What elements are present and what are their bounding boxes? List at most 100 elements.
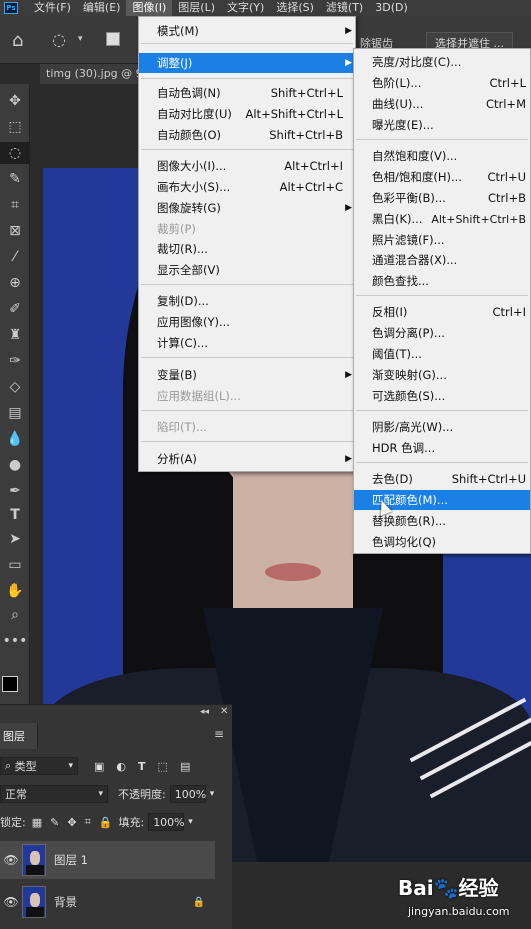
panel-menu-icon[interactable]: ≡: [214, 727, 224, 741]
rectangle-tool-icon[interactable]: ▭: [0, 554, 30, 576]
menu-item-exposure[interactable]: 曝光度(E)...: [354, 115, 530, 135]
menu-item-gradient-map[interactable]: 渐变映射(G)...: [354, 365, 530, 385]
crop-tool-icon[interactable]: ⌗: [0, 194, 30, 216]
frame-tool-icon[interactable]: ⊠: [0, 220, 30, 242]
healing-brush-icon[interactable]: ⊕: [0, 272, 30, 294]
lock-pixels-icon[interactable]: ✎: [50, 816, 59, 829]
menu-item-posterize[interactable]: 色调分离(P)...: [354, 323, 530, 343]
hand-tool-icon[interactable]: ✋: [0, 580, 30, 602]
smart-object-filter-icon[interactable]: ▤: [180, 760, 190, 773]
menu-item-auto-contrast[interactable]: 自动对比度(U) Alt+Shift+Ctrl+L: [139, 104, 355, 124]
menu-item-trap: 陷印(T)...: [157, 420, 207, 434]
new-selection-icon[interactable]: [106, 32, 120, 46]
menu-item-vibrance[interactable]: 自然饱和度(V)...: [354, 146, 530, 166]
menu-item-selective-color[interactable]: 可选颜色(S)...: [354, 386, 530, 406]
blur-tool-icon[interactable]: 💧: [0, 428, 30, 450]
menu-item-image-rotation[interactable]: 图像旋转(G) ▶: [139, 198, 355, 218]
brush-tool-icon[interactable]: ✐: [0, 298, 30, 320]
menu-item-crop: 裁剪(P): [157, 222, 196, 236]
history-brush-icon[interactable]: ✑: [0, 350, 30, 372]
foreground-color-swatch[interactable]: [2, 676, 18, 692]
clone-stamp-icon[interactable]: ♜: [0, 324, 30, 346]
lock-position-icon[interactable]: ✥: [67, 816, 76, 829]
home-icon[interactable]: ⌂: [12, 30, 23, 51]
menu-item-canvas-size[interactable]: 画布大小(S)... Alt+Ctrl+C: [139, 177, 355, 197]
quick-select-icon[interactable]: ✎: [0, 168, 30, 190]
shape-filter-icon[interactable]: ⬚: [158, 760, 168, 773]
layer-row[interactable]: 👁 背景 🔒: [0, 883, 215, 921]
lips: [265, 563, 321, 581]
menu-edit[interactable]: 编辑(E): [77, 0, 127, 16]
menu-item-color-balance[interactable]: 色彩平衡(B)... Ctrl+B: [354, 188, 530, 208]
menu-item-analysis[interactable]: 分析(A) ▶: [139, 449, 355, 469]
menu-item-adjustments[interactable]: 调整(J) ▶: [139, 53, 355, 73]
menu-item-duplicate[interactable]: 复制(D)...: [139, 291, 355, 311]
menu-item-calculations[interactable]: 计算(C)...: [139, 333, 355, 353]
menu-item-auto-tone[interactable]: 自动色调(N) Shift+Ctrl+L: [139, 83, 355, 103]
menu-item-photo-filter[interactable]: 照片滤镜(F)...: [354, 230, 530, 250]
layer-row[interactable]: 👁 图层 1: [0, 841, 215, 879]
menu-3d[interactable]: 3D(D): [369, 0, 414, 16]
type-tool-icon[interactable]: T: [0, 504, 30, 526]
type-filter-icon[interactable]: T: [138, 760, 146, 773]
menu-item-hdr-toning[interactable]: HDR 色调...: [354, 438, 530, 458]
menu-item-apply-image[interactable]: 应用图像(Y)...: [139, 312, 355, 332]
image-filter-icon[interactable]: ▣: [94, 760, 104, 773]
lasso-tool-icon[interactable]: ◌: [0, 142, 30, 164]
lasso-tool-icon[interactable]: ◌: [52, 30, 66, 49]
menu-item-invert[interactable]: 反相(I) Ctrl+I: [354, 302, 530, 322]
dodge-tool-icon[interactable]: ●: [0, 454, 30, 476]
menu-item-image-size[interactable]: 图像大小(I)... Alt+Ctrl+I: [139, 156, 355, 176]
doc-tab[interactable]: timg (30).jpg @ 9: [40, 64, 149, 84]
path-select-icon[interactable]: ➤: [0, 528, 30, 550]
zoom-tool-icon[interactable]: ⌕: [0, 604, 30, 626]
chevron-down-icon[interactable]: ▾: [188, 817, 193, 827]
marquee-tool-icon[interactable]: ⬚: [0, 116, 30, 138]
visibility-eye-icon[interactable]: 👁: [0, 853, 22, 867]
move-tool-icon[interactable]: ✥: [0, 90, 30, 112]
tab-layers[interactable]: 图层: [0, 723, 38, 749]
more-tools-icon[interactable]: •••: [0, 630, 30, 652]
menu-item-shadows-highlights[interactable]: 阴影/高光(W)...: [354, 417, 530, 437]
lock-transparent-icon[interactable]: ▦: [32, 816, 42, 829]
blend-mode-select[interactable]: 正常 ▾: [0, 785, 108, 803]
eyedropper-icon[interactable]: ⁄: [0, 246, 30, 268]
layer-name: 背景: [54, 895, 77, 909]
lock-all-icon[interactable]: 🔒: [99, 816, 113, 829]
menu-item-mode[interactable]: 模式(M) ▶: [139, 21, 355, 41]
menu-item-reveal-all[interactable]: 显示全部(V): [139, 260, 355, 280]
menu-image[interactable]: 图像(I): [126, 0, 173, 16]
menu-item-trim[interactable]: 裁切(R)...: [139, 239, 355, 259]
lock-artboard-icon[interactable]: ⌗: [85, 815, 91, 829]
menu-item-curves[interactable]: 曲线(U)... Ctrl+M: [354, 94, 530, 114]
menu-file[interactable]: 文件(F): [28, 0, 77, 16]
fill-input[interactable]: 100%: [148, 813, 185, 831]
menu-item-equalize[interactable]: 色调均化(Q): [354, 532, 530, 552]
menu-filter[interactable]: 滤镜(T): [320, 0, 369, 16]
chevron-down-icon[interactable]: ▾: [78, 34, 83, 44]
menu-item-color-lookup[interactable]: 颜色查找...: [354, 271, 530, 291]
opacity-input[interactable]: 100%: [169, 785, 206, 803]
collapse-icon[interactable]: ◂◂: [200, 707, 209, 717]
menu-type[interactable]: 文字(Y): [221, 0, 270, 16]
menu-layer[interactable]: 图层(L): [172, 0, 221, 16]
close-icon[interactable]: ✕: [220, 706, 228, 717]
menu-item-variables[interactable]: 变量(B) ▶: [139, 365, 355, 385]
eraser-icon[interactable]: ◇: [0, 376, 30, 398]
menu-item-hue-saturation[interactable]: 色相/饱和度(H)... Ctrl+U: [354, 167, 530, 187]
adjustment-filter-icon[interactable]: ◐: [116, 760, 126, 773]
visibility-eye-icon[interactable]: 👁: [0, 895, 22, 909]
gradient-icon[interactable]: ▤: [0, 402, 30, 424]
menu-item-threshold[interactable]: 阈值(T)...: [354, 344, 530, 364]
menu-item-black-white[interactable]: 黑白(K)... Alt+Shift+Ctrl+B: [354, 209, 530, 229]
menu-item-channel-mixer[interactable]: 通道混合器(X)...: [354, 250, 530, 270]
pen-tool-icon[interactable]: ✒: [0, 480, 30, 502]
chevron-down-icon[interactable]: ▾: [210, 789, 215, 799]
menu-item-levels[interactable]: 色阶(L)... Ctrl+L: [354, 73, 530, 93]
menu-item-desaturate[interactable]: 去色(D) Shift+Ctrl+U: [354, 469, 530, 489]
menu-item-brightness-contrast[interactable]: 亮度/对比度(C)...: [354, 52, 530, 72]
menu-select[interactable]: 选择(S): [270, 0, 320, 16]
menu-item-auto-color[interactable]: 自动颜色(O) Shift+Ctrl+B: [139, 125, 355, 145]
search-icon: ⌕: [5, 759, 12, 772]
filter-kind-select[interactable]: ⌕ 类型 ▾: [0, 757, 78, 775]
